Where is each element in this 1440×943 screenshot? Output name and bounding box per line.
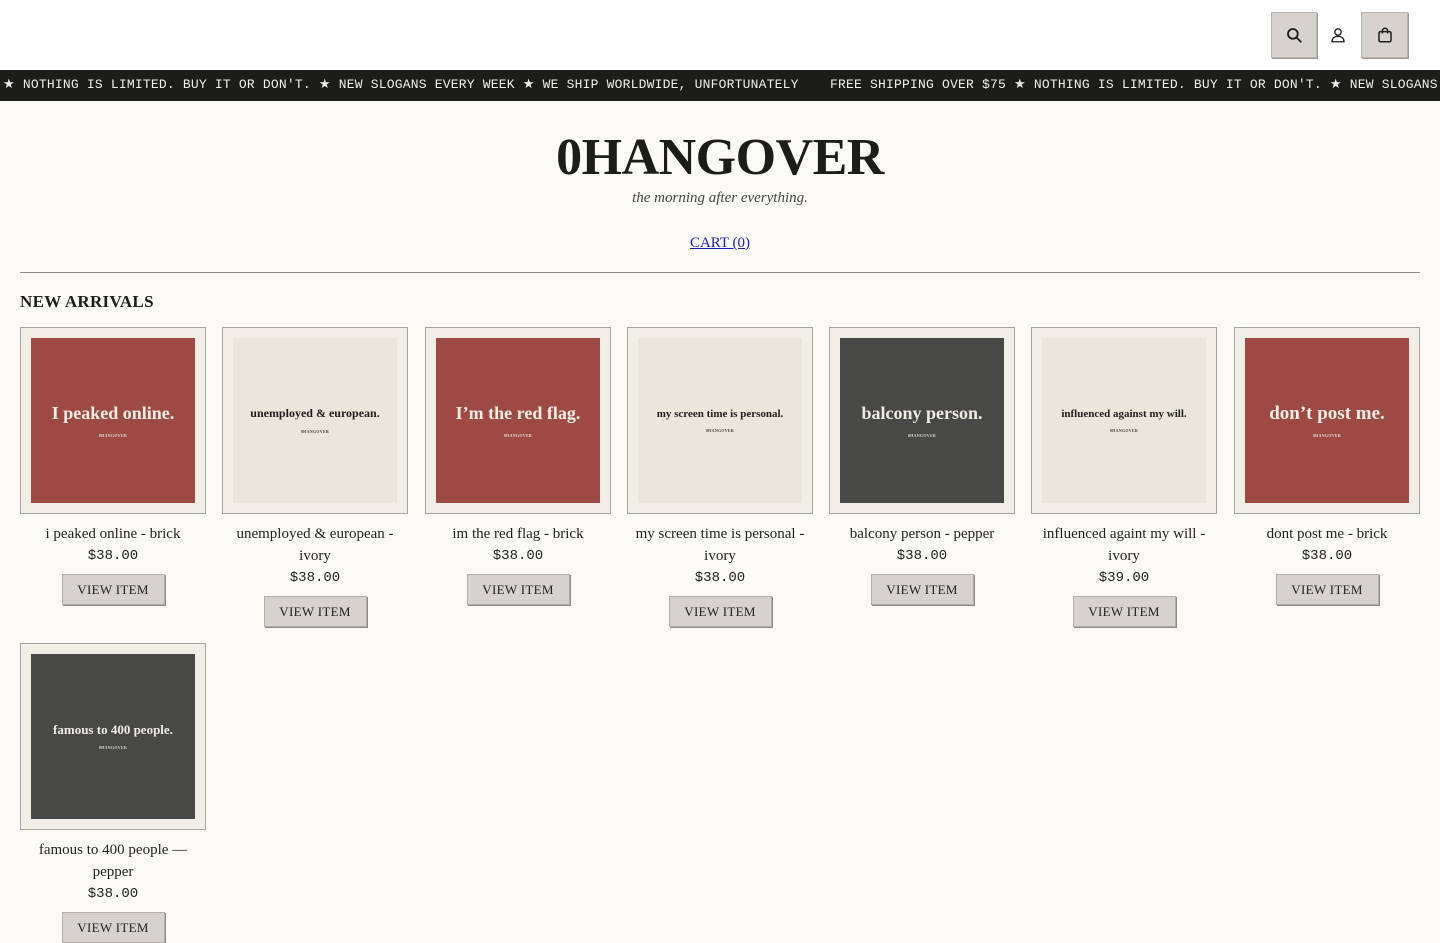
product-name[interactable]: i peaked online - brick <box>20 523 206 545</box>
product-image: I peaked online. 0HANGOVER <box>31 338 195 503</box>
product-price: $38.00 <box>87 886 139 902</box>
product-slogan: unemployed & european. <box>250 406 380 421</box>
view-item-button[interactable]: VIEW ITEM <box>870 574 974 605</box>
product-slogan: don’t post me. <box>1269 402 1385 424</box>
search-icon <box>1287 28 1302 43</box>
product-image-frame[interactable]: I’m the red flag. 0HANGOVER <box>425 327 611 514</box>
product-image-frame[interactable]: unemployed & european. 0HANGOVER <box>222 327 408 514</box>
product-card: I’m the red flag. 0HANGOVER im the red f… <box>425 327 611 605</box>
view-item-button[interactable]: VIEW ITEM <box>668 596 772 627</box>
product-card: famous to 400 people. 0HANGOVER famous t… <box>20 643 206 943</box>
product-price: $38.00 <box>289 570 341 586</box>
product-name[interactable]: my screen time is personal - ivory <box>627 523 813 567</box>
product-price: $38.00 <box>694 570 746 586</box>
product-brand-mark: 0HANGOVER <box>98 745 128 751</box>
product-brand-mark: 0HANGOVER <box>98 432 128 438</box>
bag-icon <box>1377 27 1392 43</box>
product-image-frame[interactable]: influenced against my will. 0HANGOVER <box>1031 327 1217 514</box>
ticker-text: FREE SHIPPING OVER $75 ★ NOTHING IS LIMI… <box>830 77 1440 92</box>
product-image: my screen time is personal. 0HANGOVER <box>638 338 802 503</box>
cart-link-container: CART (0) <box>0 234 1440 252</box>
product-image-frame[interactable]: don’t post me. 0HANGOVER <box>1234 327 1420 514</box>
product-price: $38.00 <box>896 548 948 564</box>
product-slogan: balcony person. <box>861 403 983 424</box>
product-name[interactable]: unemployed & european - ivory <box>222 523 408 567</box>
brand-tagline: the morning after everything. <box>632 190 808 206</box>
product-name[interactable]: im the red flag - brick <box>425 523 611 545</box>
product-image: balcony person. 0HANGOVER <box>840 338 1004 503</box>
announcement-ticker: ★ NOTHING IS LIMITED. BUY IT OR DON'T. ★… <box>0 70 1440 101</box>
product-name[interactable]: balcony person - pepper <box>829 523 1015 545</box>
product-image-frame[interactable]: my screen time is personal. 0HANGOVER <box>627 327 813 514</box>
product-card: unemployed & european. 0HANGOVER unemplo… <box>222 327 408 627</box>
product-name[interactable]: influenced againt my will - ivory <box>1031 523 1217 567</box>
product-card: don’t post me. 0HANGOVER dont post me - … <box>1234 327 1420 605</box>
product-price: $38.00 <box>87 548 139 564</box>
product-card: I peaked online. 0HANGOVER i peaked onli… <box>20 327 206 605</box>
product-slogan: I peaked online. <box>51 403 175 424</box>
product-slogan: my screen time is personal. <box>656 408 784 421</box>
product-image: unemployed & european. 0HANGOVER <box>233 338 397 503</box>
product-image: don’t post me. 0HANGOVER <box>1245 338 1409 503</box>
view-item-button[interactable]: VIEW ITEM <box>61 574 165 605</box>
view-item-button[interactable]: VIEW ITEM <box>61 912 165 943</box>
product-card: balcony person. 0HANGOVER balcony person… <box>829 327 1015 605</box>
view-item-button[interactable]: VIEW ITEM <box>1275 574 1379 605</box>
view-item-button[interactable]: VIEW ITEM <box>263 596 367 627</box>
product-brand-mark: 0HANGOVER <box>705 427 735 433</box>
product-image: I’m the red flag. 0HANGOVER <box>436 338 600 503</box>
product-image: famous to 400 people. 0HANGOVER <box>31 654 195 819</box>
product-slogan: influenced against my will. <box>1061 408 1187 421</box>
product-slogan: I’m the red flag. <box>455 403 581 424</box>
product-image-frame[interactable]: famous to 400 people. 0HANGOVER <box>20 643 206 830</box>
divider <box>20 272 1420 273</box>
product-image-frame[interactable]: I peaked online. 0HANGOVER <box>20 327 206 514</box>
section-title: NEW ARRIVALS <box>20 292 154 311</box>
product-brand-mark: 0HANGOVER <box>907 432 937 438</box>
account-icon <box>1331 28 1345 43</box>
ticker-text: ★ NOTHING IS LIMITED. BUY IT OR DON'T. ★… <box>3 77 799 92</box>
product-brand-mark: 0HANGOVER <box>1312 433 1342 439</box>
cart-bag-button[interactable] <box>1361 12 1408 58</box>
product-price: $38.00 <box>1301 548 1353 564</box>
search-button[interactable] <box>1271 12 1317 58</box>
product-image: influenced against my will. 0HANGOVER <box>1042 338 1206 503</box>
top-bar <box>0 0 1440 70</box>
product-card: my screen time is personal. 0HANGOVER my… <box>627 327 813 627</box>
product-price: $38.00 <box>492 548 544 564</box>
product-brand-mark: 0HANGOVER <box>300 428 330 434</box>
product-slogan: famous to 400 people. <box>53 721 173 737</box>
cart-link[interactable]: CART (0) <box>690 235 750 251</box>
product-price: $39.00 <box>1098 570 1150 586</box>
product-name[interactable]: famous to 400 people — pepper <box>20 839 206 883</box>
view-item-button[interactable]: VIEW ITEM <box>466 574 570 605</box>
product-brand-mark: 0HANGOVER <box>503 432 533 438</box>
product-name[interactable]: dont post me - brick <box>1234 523 1420 545</box>
product-image-frame[interactable]: balcony person. 0HANGOVER <box>829 327 1015 514</box>
product-card: influenced against my will. 0HANGOVER in… <box>1031 327 1217 627</box>
view-item-button[interactable]: VIEW ITEM <box>1072 596 1176 627</box>
product-brand-mark: 0HANGOVER <box>1109 427 1139 433</box>
account-button[interactable] <box>1316 12 1360 58</box>
brand-logo[interactable]: 0HANGOVER <box>0 128 1440 187</box>
